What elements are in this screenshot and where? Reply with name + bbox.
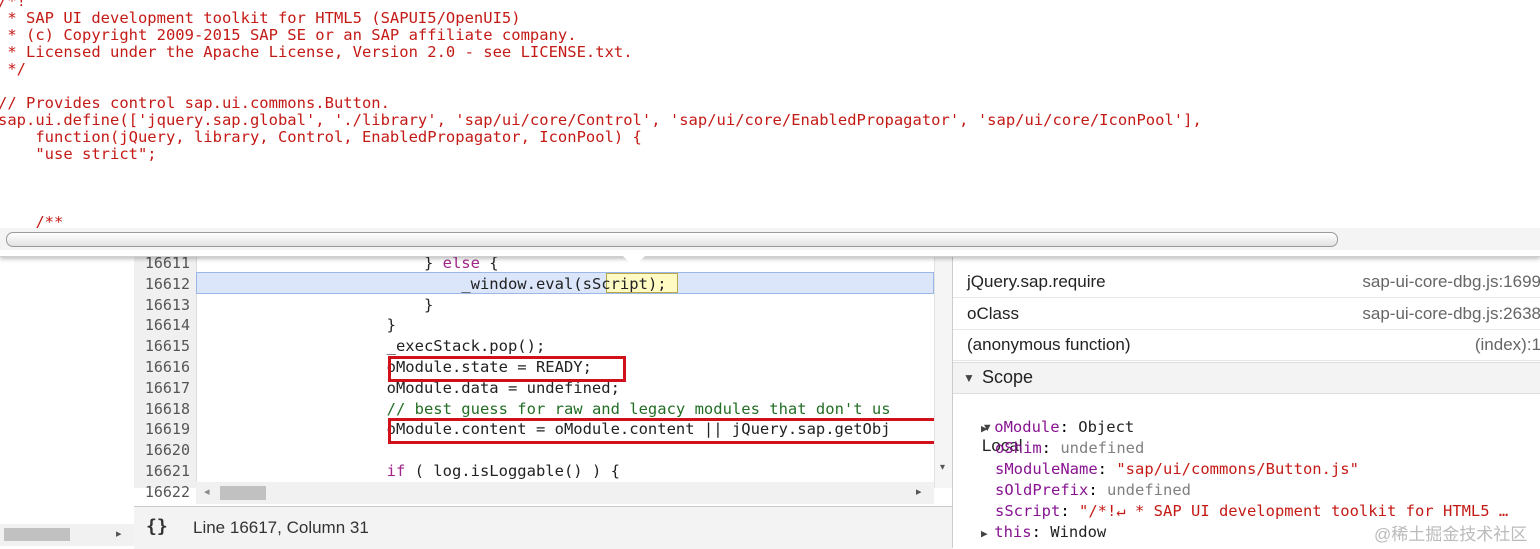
line-number[interactable]: 16616 [145, 358, 190, 376]
scope-variable[interactable]: oShim: undefined [995, 439, 1144, 457]
line-number[interactable]: 16618 [145, 400, 190, 418]
separator: : [1097, 460, 1117, 478]
editor-horizontal-scrollbar[interactable]: ◂ ▸ [196, 482, 934, 504]
variable-value: Window [1050, 523, 1107, 541]
line-number-gutter: 16611 16612 16613 16614 16615 16616 16617 16618… [134, 254, 197, 501]
line-number[interactable]: 16621 [145, 462, 190, 480]
line-number[interactable]: 16617 [145, 379, 190, 397]
scope-variable[interactable]: sOldPrefix: undefined [995, 481, 1191, 499]
expand-triangle-icon[interactable]: ▶ [981, 422, 994, 435]
variable-name: oModule [994, 418, 1060, 436]
code-text: ); [647, 274, 667, 293]
source-code-editor[interactable]: 16611 16612 16613 16614 16615 16616 16617 16618… [134, 254, 953, 506]
code-comment: // best guess for raw and legacy modules… [386, 399, 891, 418]
popover-code-line: sap.ui.define(['jquery.sap.global', './l… [0, 111, 1202, 129]
variable-name: sOldPrefix [995, 481, 1089, 499]
scope-variable[interactable]: ▶ oModule: Object [981, 418, 1134, 436]
call-stack-frame[interactable]: jQuery.sap.require sap-ui-core-dbg.js:169… [953, 266, 1540, 298]
frame-function-name: oClass [967, 303, 1019, 323]
scroll-right-arrow-icon[interactable]: ▸ [916, 485, 922, 498]
variable-name: sModuleName [995, 460, 1098, 478]
separator: : [1059, 418, 1079, 436]
code-line[interactable]: _window.eval(sScript); [200, 274, 667, 293]
line-number[interactable]: 16620 [145, 441, 190, 459]
code-text: _window.eval( [200, 274, 583, 293]
popover-pointer [622, 255, 646, 267]
call-stack-frame[interactable]: (anonymous function) (index):1 [953, 329, 1540, 361]
cursor-position: Line 16617, Column 31 [193, 518, 369, 537]
code-line[interactable]: _execStack.pop(); [200, 337, 546, 356]
variable-value-popover: /*! * SAP UI development toolkit for HTM… [0, 0, 1540, 257]
popover-code-line: "use strict"; [0, 145, 157, 163]
watermark: @稀土掘金技术社区 [1374, 525, 1528, 544]
editor-scroll-thumb[interactable] [220, 486, 266, 500]
scope-variable[interactable]: sModuleName: "sap/ui/commons/Button.js" [995, 460, 1359, 478]
code-keyword: if [386, 462, 406, 480]
scope-variable[interactable]: ▶ this: Window [981, 523, 1106, 541]
code-line[interactable]: } [200, 296, 433, 314]
code-text: _execStack.pop(); [200, 337, 546, 356]
code-text: } [200, 295, 434, 314]
code-text: ( log.isLoggable() ) { [405, 462, 620, 480]
separator: : [1088, 481, 1107, 499]
debugger-sidebar: jQuery.sap.require sap-ui-core-dbg.js:169… [952, 256, 1540, 548]
variable-name: oShim [995, 439, 1042, 457]
annotation-box-state-ready [388, 356, 626, 382]
variable-name: this [994, 523, 1032, 541]
variable-value: undefined [1107, 481, 1191, 499]
scroll-left-arrow-icon[interactable]: ◂ [204, 485, 210, 498]
code-line[interactable]: // best guess for raw and legacy modules… [200, 400, 891, 418]
frame-location-link[interactable]: (index):1 [1475, 335, 1540, 355]
line-number[interactable]: 16615 [145, 337, 190, 355]
separator: : [1060, 502, 1079, 520]
scope-variable[interactable]: sScript: "/*!↵ * SAP UI development tool… [995, 502, 1508, 520]
scope-section-header[interactable]: ▼ Scope [953, 362, 1540, 394]
variable-value: undefined [1060, 439, 1145, 457]
code-text: } [200, 316, 396, 335]
popover-code-line: * Licensed under the Apache License, Ver… [0, 43, 633, 61]
pretty-print-icon[interactable]: {} [146, 516, 168, 537]
editor-vertical-scrollbar[interactable]: ▾ [934, 256, 953, 488]
line-number[interactable]: 16622 [145, 483, 190, 501]
editor-status-bar: {} Line 16617, Column 31 [134, 506, 952, 549]
line-number[interactable]: 16619 [145, 420, 190, 438]
separator: : [1041, 439, 1061, 457]
code-variable[interactable]: sScript [583, 275, 648, 293]
expand-triangle-icon[interactable]: ▼ [963, 371, 975, 385]
popover-code-line: * SAP UI development toolkit for HTML5 (… [0, 9, 521, 27]
popover-code-line: function(jQuery, library, Control, Enabl… [0, 128, 642, 146]
navigator-horizontal-scrollbar[interactable]: ▸ [0, 524, 134, 546]
frame-function-name: (anonymous function) [967, 335, 1131, 354]
scope-title: Scope [982, 367, 1034, 387]
variable-value: "sap/ui/commons/Button.js" [1116, 460, 1359, 478]
call-stack-frame[interactable]: oClass sap-ui-core-dbg.js:2638 [953, 298, 1540, 330]
code-line[interactable]: } [200, 316, 396, 334]
popover-code-line: * (c) Copyright 2009-2015 SAP SE or an S… [0, 26, 577, 44]
frame-location-link[interactable]: sap-ui-core-dbg.js:1699 [1362, 272, 1540, 292]
line-number[interactable]: 16613 [145, 296, 190, 314]
popover-code-line: */ [0, 60, 26, 78]
popover-code-line: // Provides control sap.ui.commons.Butto… [0, 94, 390, 112]
scroll-down-arrow-icon[interactable]: ▾ [940, 462, 945, 473]
file-navigator-panel: ▸ [0, 256, 135, 548]
variable-value: "/*!↵ * SAP UI development toolkit for H… [1079, 502, 1509, 520]
annotation-box-module-content [388, 418, 952, 444]
frame-function-name: jQuery.sap.require [967, 272, 1106, 291]
line-number[interactable]: 16612 [145, 275, 190, 293]
variable-name: sScript [995, 502, 1061, 520]
separator: : [1031, 523, 1051, 541]
popover-horizontal-scrollbar[interactable] [0, 228, 1540, 250]
popover-scroll-thumb[interactable] [6, 232, 1338, 247]
expand-triangle-icon[interactable]: ▶ [981, 527, 994, 540]
line-number[interactable]: 16614 [145, 316, 190, 334]
navigator-scroll-thumb[interactable] [4, 528, 70, 541]
frame-location-link[interactable]: sap-ui-core-dbg.js:2638 [1362, 304, 1540, 324]
variable-value: Object [1078, 418, 1135, 436]
scroll-right-arrow-icon[interactable]: ▸ [116, 527, 122, 540]
code-line[interactable]: if ( log.isLoggable() ) { [200, 462, 620, 480]
